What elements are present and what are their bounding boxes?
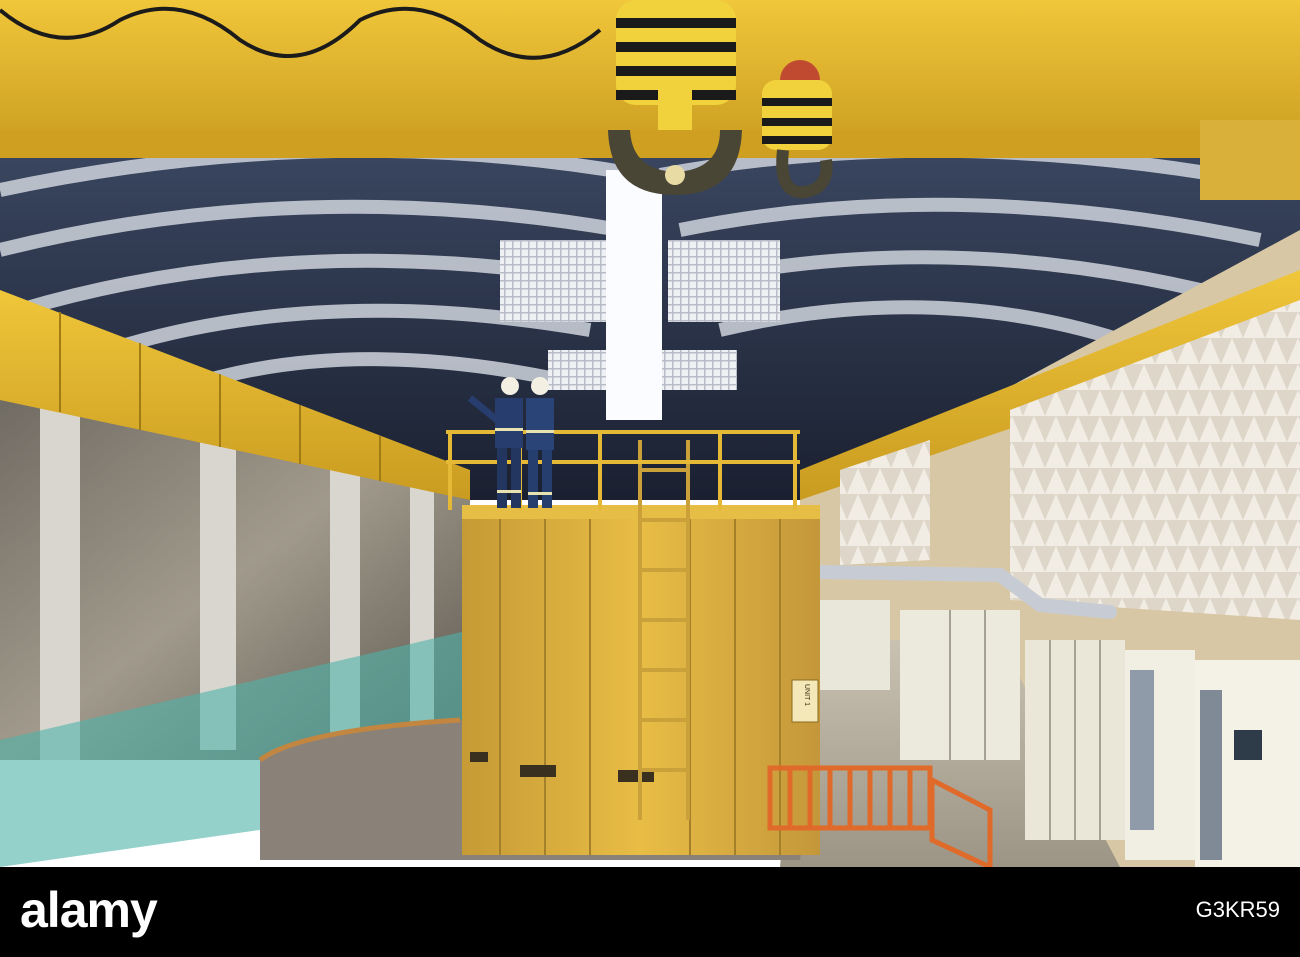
image-id: G3KR59 (1195, 897, 1280, 922)
light-panel-right-far (662, 350, 737, 390)
hydroelectric-hall-scene: UNIT 1 (0, 0, 1300, 867)
unit-sign-text: UNIT 1 (803, 684, 810, 706)
stock-footer: alamy G3KR59 (0, 867, 1300, 957)
light-panel-right (668, 240, 780, 322)
light-panel-left (500, 240, 612, 322)
photo: UNIT 1 (0, 0, 1300, 867)
crane-end-carriage (1200, 120, 1300, 200)
ceiling-light-strip (606, 170, 662, 420)
crane-hook-main (608, 0, 742, 195)
brand-logo: alamy (20, 882, 158, 938)
crane-bridge-flange (0, 130, 1300, 158)
